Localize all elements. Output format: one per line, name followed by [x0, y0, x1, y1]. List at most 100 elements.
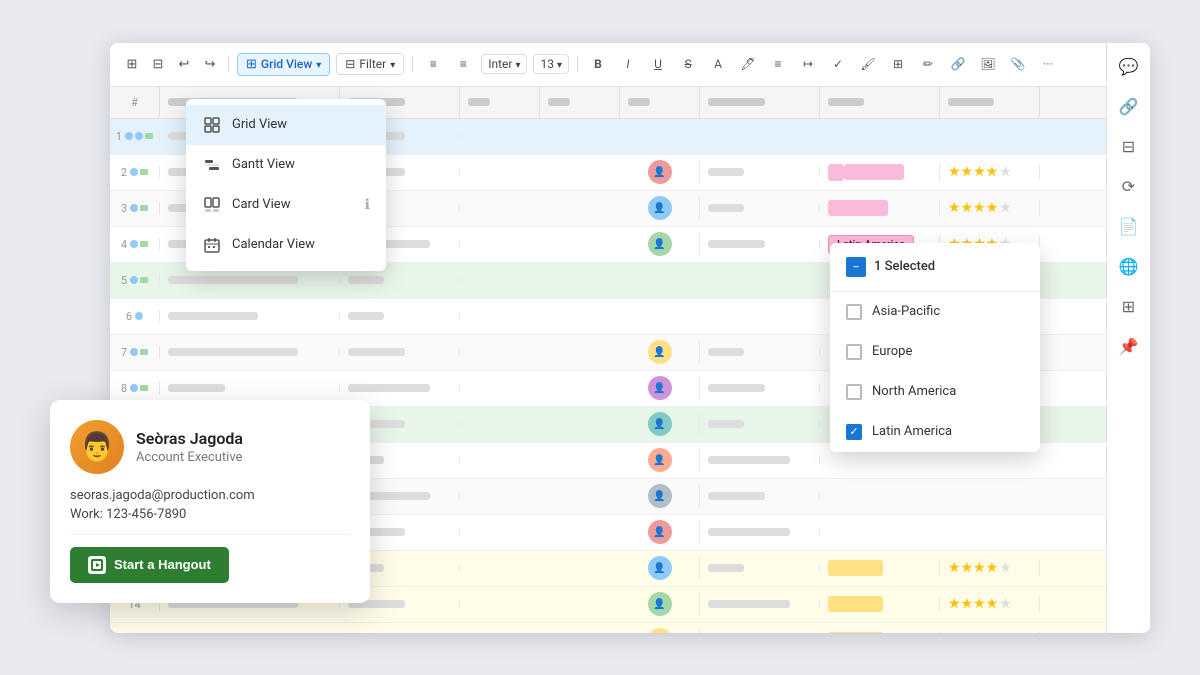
- cell: [820, 632, 940, 633]
- link-icon[interactable]: 🔗: [946, 52, 970, 76]
- link-icon[interactable]: 🔗: [1113, 91, 1145, 123]
- fontsize-chevron: [557, 57, 562, 71]
- cell: [340, 384, 460, 392]
- stars-cell: ★★★★★: [940, 596, 1040, 612]
- chat-icon[interactable]: 💬: [1113, 51, 1145, 83]
- col-4-header[interactable]: [540, 87, 620, 118]
- cell: [700, 204, 820, 212]
- view-chevron-icon: [316, 57, 321, 71]
- asia-pacific-option[interactable]: Asia-Pacific: [830, 292, 1040, 332]
- filter-icon: ⊟: [345, 57, 355, 71]
- right-sidebar: 💬 🔗 ⊟ ⟳ 📄 🌐 ⊞ 📌: [1106, 43, 1150, 633]
- document-icon[interactable]: 📄: [1113, 211, 1145, 243]
- view-button[interactable]: ⊞ Grid View: [237, 53, 330, 76]
- col-3-header[interactable]: [460, 87, 540, 118]
- contact-card: 👨 Seòras Jagoda Account Executive seoras…: [50, 400, 370, 603]
- image-icon[interactable]: 🖼: [976, 52, 1000, 76]
- hangout-icon: [88, 556, 106, 574]
- pin-icon[interactable]: 📌: [1113, 331, 1145, 363]
- filter-selected-text: 1 Selected: [874, 259, 935, 274]
- cell: [160, 276, 340, 284]
- cell: [700, 564, 820, 572]
- pencil-icon[interactable]: ✏: [916, 52, 940, 76]
- cell: 👤: [620, 520, 700, 544]
- strikethrough-button[interactable]: S: [676, 52, 700, 76]
- north-america-option[interactable]: North America: [830, 372, 1040, 412]
- divider: [70, 534, 350, 535]
- row-num: 5: [110, 274, 160, 287]
- cell: [700, 420, 820, 428]
- filter-selected-icon: −: [846, 257, 866, 277]
- cell: 👤: [620, 628, 700, 633]
- grid-view-icon: [202, 115, 222, 135]
- highlight-icon[interactable]: 🖊: [736, 52, 760, 76]
- divider-1: [228, 56, 229, 72]
- filter-label: Filter: [359, 57, 386, 71]
- filter-chevron-icon: [390, 57, 395, 71]
- cell: [820, 560, 940, 576]
- format-icon[interactable]: ✓: [826, 52, 850, 76]
- underline-button[interactable]: U: [646, 52, 670, 76]
- col-8-header[interactable]: [940, 87, 1040, 118]
- align-center-icon[interactable]: ≡: [451, 52, 475, 76]
- card-view-item[interactable]: Card View ℹ: [186, 185, 386, 225]
- undo-icon[interactable]: ↩: [174, 54, 194, 74]
- row-num: 7: [110, 346, 160, 359]
- cell: [700, 348, 820, 356]
- redo-icon[interactable]: ↪: [200, 54, 220, 74]
- contact-header: 👨 Seòras Jagoda Account Executive: [70, 420, 350, 474]
- europe-checkbox[interactable]: [846, 344, 862, 360]
- cell: ​: [820, 164, 940, 181]
- grid-icon[interactable]: ⊞: [1113, 291, 1145, 323]
- europe-option[interactable]: Europe: [830, 332, 1040, 372]
- table-icon[interactable]: ⊞: [886, 52, 910, 76]
- stars-cell: ★★★★★: [940, 560, 1040, 576]
- cell: [700, 384, 820, 392]
- row-num: 2: [110, 166, 160, 179]
- col-6-header[interactable]: [700, 87, 820, 118]
- indent-icon[interactable]: ↦: [796, 52, 820, 76]
- sync-icon[interactable]: ⟳: [1113, 171, 1145, 203]
- col-5-header[interactable]: [620, 87, 700, 118]
- cell: [160, 312, 340, 320]
- asia-checkbox[interactable]: [846, 304, 862, 320]
- row-num: 1: [110, 130, 160, 143]
- contact-email: seoras.jagoda@production.com: [70, 488, 350, 503]
- align-icon[interactable]: ≡: [766, 52, 790, 76]
- card-view-label: Card View: [232, 197, 290, 212]
- font-chevron: [515, 57, 520, 71]
- layers-icon[interactable]: ⊟: [1113, 131, 1145, 163]
- calendar-view-label: Calendar View: [232, 237, 315, 252]
- text-color-icon[interactable]: A: [706, 52, 730, 76]
- font-select[interactable]: Inter: [481, 54, 527, 74]
- cell: 👤: [620, 592, 700, 616]
- italic-button[interactable]: I: [616, 52, 640, 76]
- filter-button[interactable]: ⊟ Filter: [336, 53, 404, 75]
- row-num: 8: [110, 382, 160, 395]
- stars-cell: ★★★★★: [940, 632, 1040, 633]
- font-size-value: 13: [540, 57, 554, 71]
- gantt-view-item[interactable]: Gantt View: [186, 145, 386, 185]
- font-size-select[interactable]: 13: [533, 54, 569, 74]
- align-left-icon[interactable]: ≡: [421, 52, 445, 76]
- save-icon[interactable]: ⊞: [122, 54, 142, 74]
- north-america-checkbox[interactable]: [846, 384, 862, 400]
- calendar-view-item[interactable]: Calendar View: [186, 225, 386, 265]
- grid-view-item[interactable]: Grid View: [186, 105, 386, 145]
- gantt-view-label: Gantt View: [232, 157, 295, 172]
- cell: 👤: [620, 448, 700, 472]
- cell: [700, 600, 820, 608]
- more-button[interactable]: ···: [1036, 52, 1060, 76]
- cell: 👤: [620, 556, 700, 580]
- latin-america-option[interactable]: ✓ Latin America: [830, 412, 1040, 452]
- globe-icon[interactable]: 🌐: [1113, 251, 1145, 283]
- print-icon[interactable]: ⊟: [148, 54, 168, 74]
- latin-america-checkbox[interactable]: ✓: [846, 424, 862, 440]
- cell: [700, 456, 820, 464]
- card-info-icon[interactable]: ℹ: [365, 197, 370, 213]
- hangout-button[interactable]: Start a Hangout: [70, 547, 229, 583]
- bold-button[interactable]: B: [586, 52, 610, 76]
- col-7-header[interactable]: [820, 87, 940, 118]
- attach-icon[interactable]: 📎: [1006, 52, 1030, 76]
- paint-icon[interactable]: 🖌: [856, 52, 880, 76]
